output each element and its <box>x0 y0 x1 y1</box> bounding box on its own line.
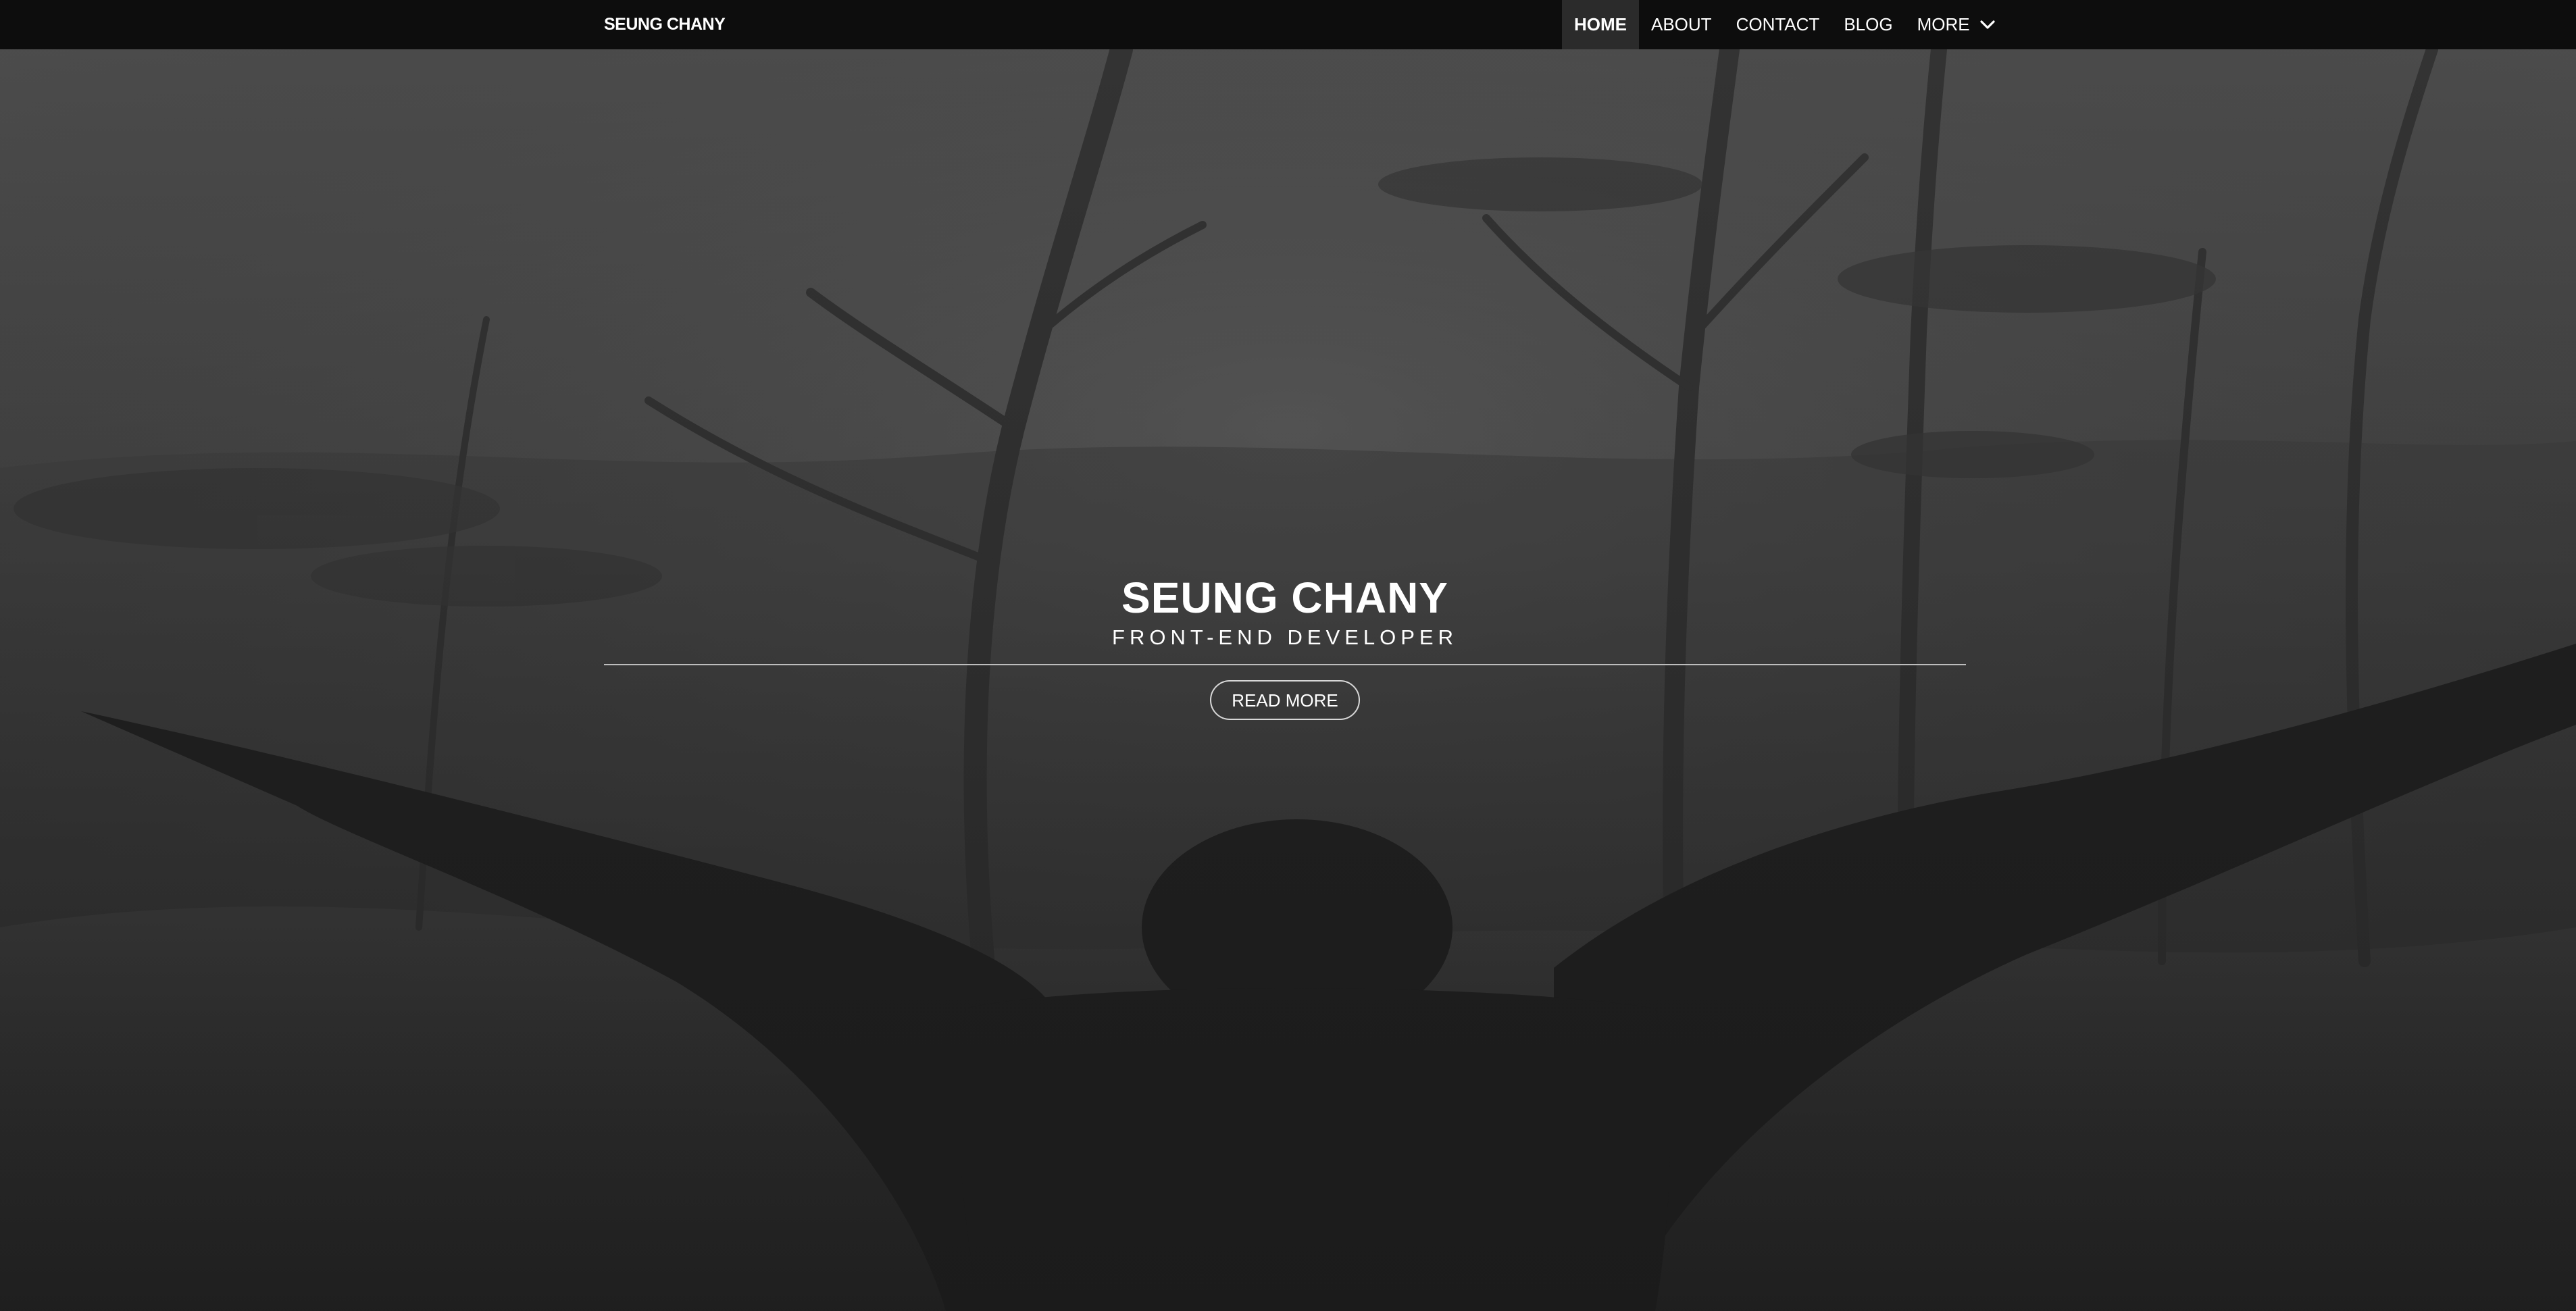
hero-divider <box>604 664 1966 666</box>
hero-content: SEUNG CHANY FRONT-END DEVELOPER READ MOR… <box>604 573 1966 721</box>
nav-item-contact[interactable]: CONTACT <box>1724 0 1832 49</box>
read-more-button[interactable]: READ MORE <box>1210 680 1360 721</box>
nav-item-about[interactable]: ABOUT <box>1639 0 1724 49</box>
hero-section: SEUNG CHANY FRONT-END DEVELOPER READ MOR… <box>0 49 2576 1311</box>
hero-subtitle: FRONT-END DEVELOPER <box>1112 625 1458 649</box>
nav-item-home[interactable]: HOME <box>1562 0 1639 49</box>
nav-item-label: CONTACT <box>1736 14 1820 34</box>
top-navbar: SEUNG CHANY HOME ABOUT CONTACT BLOG MORE <box>0 0 2576 49</box>
nav-menu: HOME ABOUT CONTACT BLOG MORE <box>1562 0 2008 49</box>
hero-title: SEUNG CHANY <box>1121 573 1448 622</box>
nav-item-label: BLOG <box>1844 14 1893 34</box>
nav-item-label: MORE <box>1917 14 1970 34</box>
nav-item-more-dropdown[interactable]: MORE <box>1905 0 2008 49</box>
nav-item-label: ABOUT <box>1651 14 1712 34</box>
nav-item-blog[interactable]: BLOG <box>1832 0 1904 49</box>
brand-logo-link[interactable]: SEUNG CHANY <box>604 0 726 49</box>
nav-item-label: HOME <box>1574 14 1627 34</box>
chevron-down-icon <box>1979 20 1995 29</box>
